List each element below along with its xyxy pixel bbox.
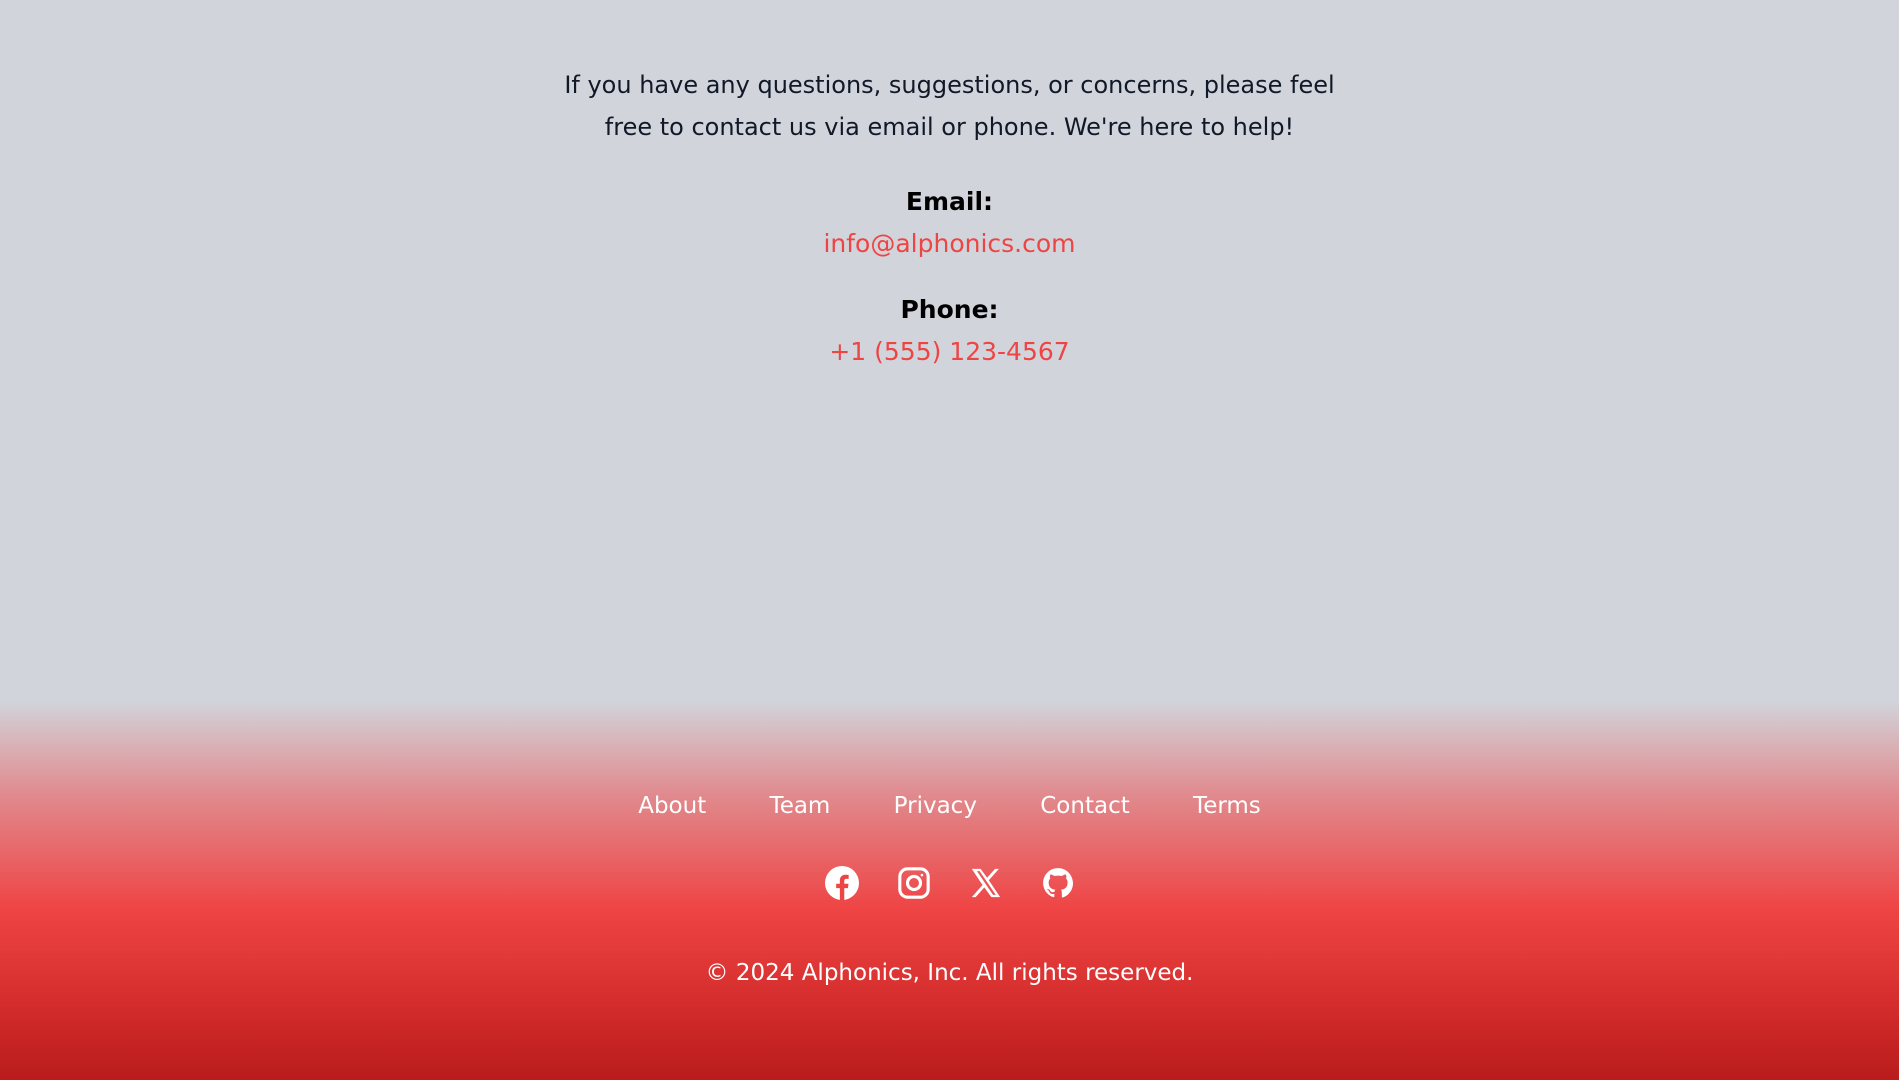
page-title: Contact Us <box>0 0 1899 10</box>
phone-link[interactable]: +1 (555) 123-4567 <box>829 337 1069 366</box>
email-label: Email: <box>905 187 994 216</box>
footer-link-terms[interactable]: Terms <box>1193 793 1261 819</box>
instagram-icon[interactable] <box>897 866 931 900</box>
email-link[interactable]: info@alphonics.com <box>823 229 1075 258</box>
facebook-icon[interactable] <box>824 866 859 900</box>
social-links <box>0 866 1899 900</box>
copyright-text: © 2024 Alphonics, Inc. All rights reserv… <box>705 960 1194 986</box>
contact-intro: If you have any questions, suggestions, … <box>564 71 1335 141</box>
phone-link-row: +1 (555) 123-4567 <box>0 336 1899 368</box>
footer-link-about[interactable]: About <box>638 793 706 819</box>
footer-link-contact[interactable]: Contact <box>1040 793 1129 819</box>
phone-label: Phone: <box>900 295 999 324</box>
footer-link-privacy[interactable]: Privacy <box>894 793 977 819</box>
x-icon[interactable] <box>969 866 1003 900</box>
footer-link-team[interactable]: Team <box>770 793 831 819</box>
contact-section: Contact Us If you have any questions, su… <box>0 0 1899 700</box>
page: Contact Us If you have any questions, su… <box>0 0 1899 1080</box>
github-icon[interactable] <box>1041 866 1075 900</box>
footer: About Team Privacy Contact Terms © 2024 … <box>0 700 1899 1080</box>
email-link-row: info@alphonics.com <box>0 228 1899 260</box>
footer-nav: About Team Privacy Contact Terms <box>0 788 1899 824</box>
